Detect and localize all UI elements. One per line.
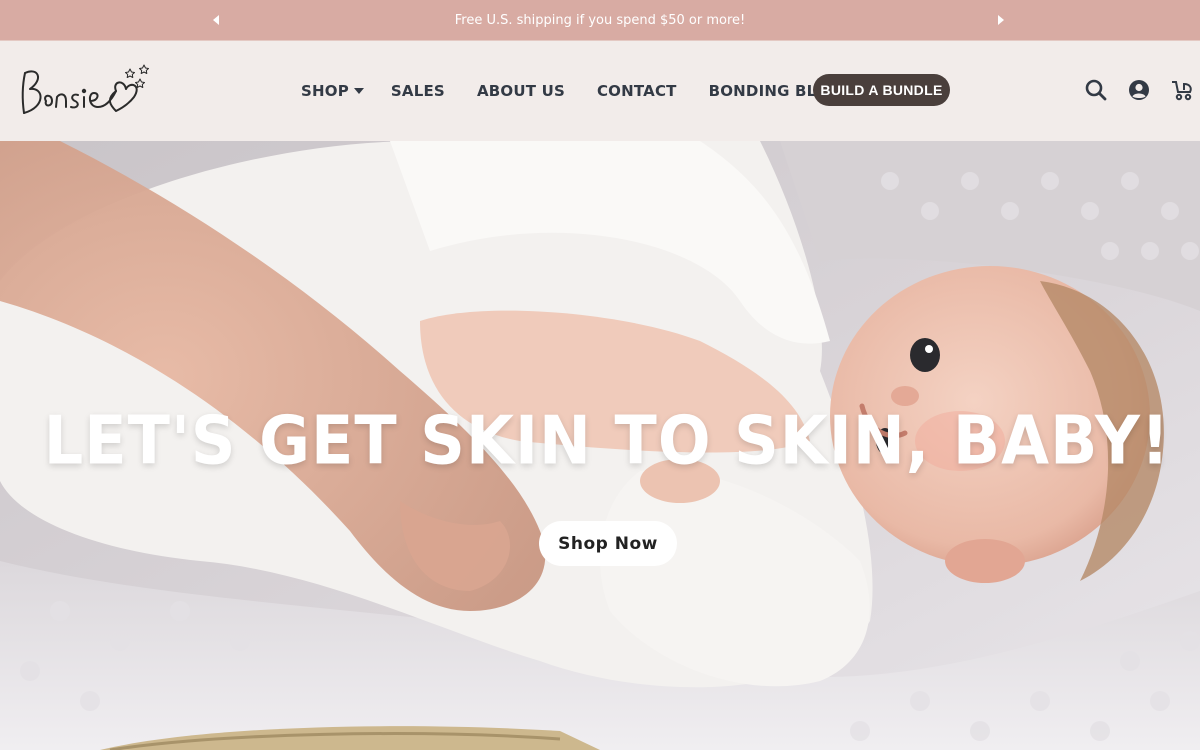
account-icon	[1129, 80, 1149, 100]
nav-item-contact[interactable]: CONTACT	[597, 82, 677, 100]
stroller-icon	[1172, 81, 1192, 101]
cart-button[interactable]	[1170, 78, 1194, 102]
nav-item-label: SALES	[390, 82, 445, 100]
main-nav: SHOP SALES ABOUT US CONTACT BONDING BLOG	[301, 74, 873, 108]
announcement-bar: Free U.S. shipping if you spend $50 or m…	[0, 0, 1200, 40]
shop-now-button[interactable]: Shop Now	[539, 521, 677, 566]
announcement-prev-button[interactable]	[207, 11, 225, 29]
hero-banner: LET'S GET SKIN TO SKIN, BABY! Shop Now	[0, 141, 1200, 750]
announcement-text: Free U.S. shipping if you spend $50 or m…	[454, 12, 746, 28]
nav-item-about-us[interactable]: ABOUT US	[477, 82, 565, 100]
announcement-next-button[interactable]	[992, 11, 1010, 29]
nav-item-label: ABOUT US	[476, 82, 565, 100]
caret-left-icon	[213, 15, 219, 25]
nav-item-label: SHOP	[301, 82, 349, 100]
bonsie-logo-icon	[21, 64, 149, 114]
account-button[interactable]	[1127, 78, 1151, 102]
site-header: SHOP SALES ABOUT US CONTACT BONDING BLOG…	[0, 40, 1200, 141]
nav-item-shop[interactable]: SHOP	[301, 82, 364, 100]
hero-title: LET'S GET SKIN TO SKIN, BABY!	[43, 401, 1171, 480]
search-icon	[1085, 79, 1107, 101]
build-a-bundle-button[interactable]: BUILD A BUNDLE	[813, 74, 950, 106]
logo[interactable]	[16, 59, 156, 123]
search-button[interactable]	[1084, 78, 1108, 102]
caret-right-icon	[998, 15, 1004, 25]
nav-item-label: CONTACT	[596, 82, 677, 100]
chevron-down-icon	[353, 88, 364, 94]
nav-item-sales[interactable]: SALES	[391, 82, 445, 100]
